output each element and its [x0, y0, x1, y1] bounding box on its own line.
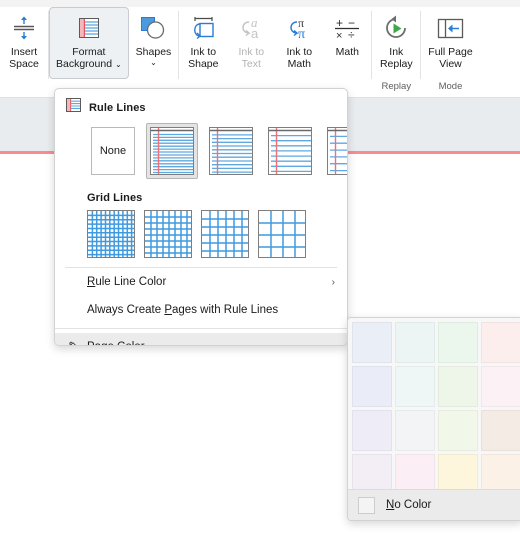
ink-to-text-button: a a Ink to Text	[227, 7, 275, 79]
grid-lines-large[interactable]	[201, 210, 249, 258]
shapes-button[interactable]: Shapes ⌄	[129, 7, 179, 79]
group-mode: Full Page View Mode	[421, 7, 479, 97]
rule-lines-none[interactable]: None	[87, 123, 139, 179]
color-swatch[interactable]	[352, 366, 392, 407]
rule-lines-wide-ruled-preview	[327, 127, 347, 175]
color-swatch[interactable]	[395, 410, 435, 451]
shapes-icon	[140, 13, 167, 43]
group-convert: Ink to Shape a a Ink to Text π π Ink to …	[179, 7, 371, 97]
svg-text:π: π	[298, 27, 305, 41]
rule-lines-college-ruled-preview	[209, 127, 253, 175]
grid-lines-heading: Grid Lines	[87, 192, 143, 204]
format-background-button[interactable]: Format Background ⌄	[49, 7, 129, 79]
math-icon: + − × ÷	[334, 13, 360, 43]
color-swatch[interactable]	[438, 366, 478, 407]
svg-text:a: a	[251, 26, 259, 41]
ink-replay-button-label: Ink Replay	[379, 46, 413, 70]
group-draw-tools: Format Background ⌄ Shapes ⌄	[49, 7, 178, 97]
no-color-label: No Color	[386, 499, 432, 511]
rule-lines-narrow-ruled-preview	[150, 127, 194, 175]
grid-lines-options	[55, 208, 347, 258]
grid-lines-very-large[interactable]	[258, 210, 306, 258]
format-background-button-label: Format Background ⌄	[56, 46, 122, 70]
ink-to-math-button[interactable]: π π Ink to Math	[275, 7, 323, 79]
group-insert: Insert Space	[0, 7, 48, 97]
math-button-label: Math	[335, 46, 359, 58]
chevron-down-icon[interactable]: ⌄	[150, 58, 157, 67]
color-swatch[interactable]	[395, 366, 435, 407]
color-swatch[interactable]	[481, 322, 520, 363]
math-button[interactable]: + − × ÷ Math	[323, 7, 371, 79]
menu-item-page-color[interactable]: Page Color ›	[55, 333, 347, 346]
group-draw-tools-items: Format Background ⌄ Shapes ⌄	[49, 7, 178, 81]
ribbon-toolbar: Insert Space Format Background ⌄ Shapes ⌄ …	[0, 0, 520, 98]
menu-item-always-create-pages-label: Always Create Pages with Rule Lines	[87, 304, 279, 316]
rule-lines-none-preview: None	[91, 127, 135, 175]
chevron-right-icon: ›	[331, 276, 335, 288]
color-swatch[interactable]	[438, 410, 478, 451]
ribbon-top-strip	[0, 0, 520, 7]
ink-to-shape-icon	[190, 13, 217, 43]
svg-text:×: ×	[336, 30, 342, 41]
ink-to-math-button-label: Ink to Math	[286, 46, 313, 70]
grid-lines-small[interactable]	[87, 210, 135, 258]
group-replay-label: Replay	[381, 81, 412, 92]
chevron-right-icon: ›	[332, 342, 335, 346]
paint-bucket-icon	[66, 340, 87, 345]
insert-space-button[interactable]: Insert Space	[0, 7, 48, 79]
full-page-view-button-label: Full Page View	[428, 46, 473, 70]
grid-lines-header: Grid Lines	[55, 179, 347, 208]
ink-to-shape-button-label: Ink to Shape	[188, 46, 219, 70]
rule-lines-icon	[66, 98, 81, 117]
rule-lines-heading: Rule Lines	[89, 101, 146, 114]
menu-item-rule-line-color-label: Rule Line Color	[87, 276, 167, 288]
insert-space-button-label: Insert Space	[9, 46, 39, 70]
group-insert-items: Insert Space	[0, 7, 48, 81]
rule-lines-wide-ruled[interactable]	[323, 123, 347, 179]
group-replay: Ink Replay Replay	[372, 7, 420, 97]
full-page-view-icon	[437, 13, 464, 43]
color-swatch[interactable]	[352, 410, 392, 451]
ink-replay-button[interactable]: Ink Replay	[372, 7, 420, 79]
rule-lines-header: Rule Lines	[55, 89, 347, 121]
menu-divider-2	[55, 328, 347, 329]
menu-item-rule-line-color[interactable]: Rule Line Color ›	[55, 268, 347, 296]
rule-lines-standard-ruled-preview	[268, 127, 312, 175]
full-page-view-button[interactable]: Full Page View	[421, 7, 479, 79]
ink-to-math-icon: π π	[286, 13, 313, 43]
page-color-submenu: No Color	[347, 317, 520, 521]
color-swatch[interactable]	[438, 322, 478, 363]
color-swatch[interactable]	[481, 366, 520, 407]
group-mode-label: Mode	[438, 81, 463, 92]
shapes-button-label: Shapes	[135, 46, 172, 58]
insert-space-icon	[11, 13, 37, 43]
menu-item-always-create-pages[interactable]: Always Create Pages with Rule Lines	[55, 296, 347, 324]
ink-replay-icon	[383, 13, 409, 43]
menu-item-list: Rule Line Color › Always Create Pages with…	[55, 268, 347, 346]
ink-to-text-icon: a a	[238, 13, 265, 43]
menu-item-page-color-label: Page Color	[87, 341, 145, 345]
color-swatch[interactable]	[395, 322, 435, 363]
group-convert-items: Ink to Shape a a Ink to Text π π Ink to …	[179, 7, 371, 81]
ink-to-text-button-label: Ink to Text	[238, 46, 265, 70]
format-background-icon	[77, 13, 101, 43]
group-mode-items: Full Page View	[421, 7, 479, 81]
rule-lines-narrow-ruled[interactable]	[146, 123, 198, 179]
ink-to-shape-button[interactable]: Ink to Shape	[179, 7, 227, 79]
rule-lines-standard-ruled[interactable]	[264, 123, 316, 179]
ribbon-groups: Insert Space Format Background ⌄ Shapes ⌄ …	[0, 7, 480, 97]
format-background-menu: Rule Lines None Grid Lines Rule Line Col…	[54, 88, 348, 346]
color-swatch[interactable]	[352, 322, 392, 363]
no-color-button[interactable]: No Color	[348, 489, 520, 520]
color-swatch[interactable]	[481, 410, 520, 451]
rule-lines-options: None	[55, 121, 347, 179]
svg-text:÷: ÷	[348, 28, 355, 41]
rule-lines-college-ruled[interactable]	[205, 123, 257, 179]
color-swatch-grid	[352, 322, 520, 495]
grid-lines-medium[interactable]	[144, 210, 192, 258]
no-color-chip-icon	[358, 496, 375, 514]
group-replay-items: Ink Replay	[372, 7, 420, 81]
